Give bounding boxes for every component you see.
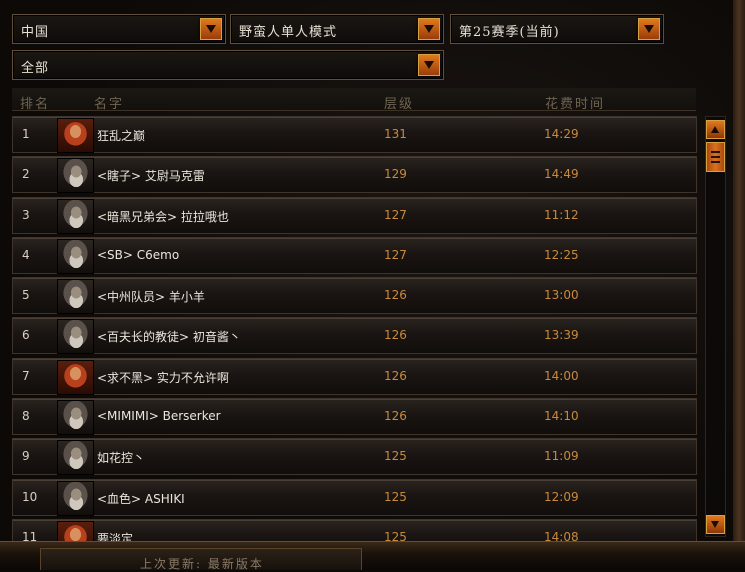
row-time: 14:00 [544,368,579,383]
class-mode-dropdown[interactable]: 野蛮人单人模式 [230,14,444,44]
row-rank: 5 [22,288,30,303]
row-rank: 7 [22,368,30,383]
row-rank: 4 [22,247,30,262]
row-player-name[interactable]: <血色> ASHIKI [97,490,185,507]
row-time: 14:49 [544,167,579,182]
row-time: 11:09 [544,449,579,464]
row-rank: 10 [22,489,38,504]
female-barbarian-portrait-icon[interactable] [57,359,94,395]
season-dropdown-value: 第25赛季(当前) [459,25,560,40]
region-dropdown-arrow-icon[interactable] [200,18,222,40]
row-rank: 3 [22,207,30,222]
male-barbarian-portrait-icon[interactable] [57,440,94,476]
male-barbarian-portrait-icon[interactable] [57,319,94,355]
season-dropdown[interactable]: 第25赛季(当前) [450,14,664,44]
scrollbar-thumb[interactable] [706,142,725,172]
season-dropdown-arrow-icon[interactable] [638,18,660,40]
category-dropdown-value: 全部 [21,61,50,76]
table-row[interactable]: 8 <MIMIMI> Berserker 126 14:10 [12,398,697,436]
table-row[interactable]: 6 <百夫长的教徒> 初音酱丶 126 13:39 [12,317,697,355]
male-barbarian-portrait-icon[interactable] [57,279,94,315]
row-player-name[interactable]: <百夫长的教徒> 初音酱丶 [97,328,241,345]
male-barbarian-portrait-icon[interactable] [57,400,94,436]
class-mode-dropdown-arrow-icon[interactable] [418,18,440,40]
category-dropdown[interactable]: 全部 [12,50,444,80]
header-time[interactable]: 花费时间 [545,93,605,112]
female-barbarian-portrait-icon[interactable] [57,118,94,153]
table-row[interactable]: 2 <瞎子> 艾尉马克雷 129 14:49 [12,156,697,194]
region-dropdown[interactable]: 中国 [12,14,226,44]
row-rank: 9 [22,449,30,464]
table-row[interactable]: 1 狂乱之巅 131 14:29 [12,116,697,153]
row-time: 14:10 [544,409,579,424]
row-player-name[interactable]: <瞎子> 艾尉马克雷 [97,167,205,184]
row-time: 14:29 [544,127,579,141]
male-barbarian-portrait-icon[interactable] [57,198,94,234]
header-rank[interactable]: 排名 [20,93,50,112]
row-level: 129 [384,167,407,182]
row-player-name[interactable]: <求不黑> 实力不允许啊 [97,369,229,386]
table-row[interactable]: 5 <中州队员> 羊小羊 126 13:00 [12,277,697,315]
row-rank: 2 [22,167,30,182]
row-level: 126 [384,368,407,383]
table-row[interactable]: 7 <求不黑> 实力不允许啊 126 14:00 [12,357,697,395]
table-row[interactable]: 9 如花控丶 125 11:09 [12,438,697,476]
scrollbar-track[interactable] [705,116,726,537]
row-level: 125 [384,449,407,464]
row-time: 11:12 [544,207,579,222]
leaderboard-list: 1 狂乱之巅 131 14:29 2 <瞎子> 艾尉马克雷 129 14:49 3 <暗黑兄弟会>… [12,116,697,559]
row-level: 127 [384,247,407,262]
last-update-text: 上次更新: 最新版本 [140,557,264,571]
row-level: 131 [384,127,407,141]
scroll-up-arrow-icon[interactable] [706,120,725,139]
row-level: 126 [384,288,407,303]
male-barbarian-portrait-icon[interactable] [57,238,94,274]
row-player-name[interactable]: <SB> C6emo [97,248,179,262]
table-row[interactable]: 4 <SB> C6emo 127 12:25 [12,236,697,274]
category-dropdown-arrow-icon[interactable] [418,54,440,76]
row-rank: 6 [22,328,30,343]
row-player-name[interactable]: <MIMIMI> Berserker [97,409,221,423]
row-time: 12:09 [544,489,579,504]
row-level: 126 [384,328,407,343]
row-level: 126 [384,409,407,424]
row-time: 13:00 [544,288,579,303]
row-time: 13:39 [544,328,579,343]
row-level: 125 [384,489,407,504]
row-time: 12:25 [544,247,579,262]
row-player-name[interactable]: <暗黑兄弟会> 拉拉哦也 [97,208,229,225]
region-dropdown-value: 中国 [21,25,50,40]
table-row[interactable]: 3 <暗黑兄弟会> 拉拉哦也 127 11:12 [12,196,697,234]
row-rank: 1 [22,127,30,141]
table-row[interactable]: 10 <血色> ASHIKI 125 12:09 [12,478,697,516]
scroll-down-arrow-icon[interactable] [706,515,725,534]
row-rank: 8 [22,409,30,424]
class-mode-dropdown-value: 野蛮人单人模式 [239,25,338,40]
row-level: 127 [384,207,407,222]
header-level[interactable]: 层级 [384,93,414,112]
male-barbarian-portrait-icon[interactable] [57,480,94,516]
row-player-name[interactable]: 狂乱之巅 [97,127,145,144]
male-barbarian-portrait-icon[interactable] [57,158,94,194]
header-name[interactable]: 名字 [94,93,124,112]
row-player-name[interactable]: <中州队员> 羊小羊 [97,288,205,305]
row-player-name[interactable]: 如花控丶 [97,449,145,466]
window-border-right [733,0,745,545]
